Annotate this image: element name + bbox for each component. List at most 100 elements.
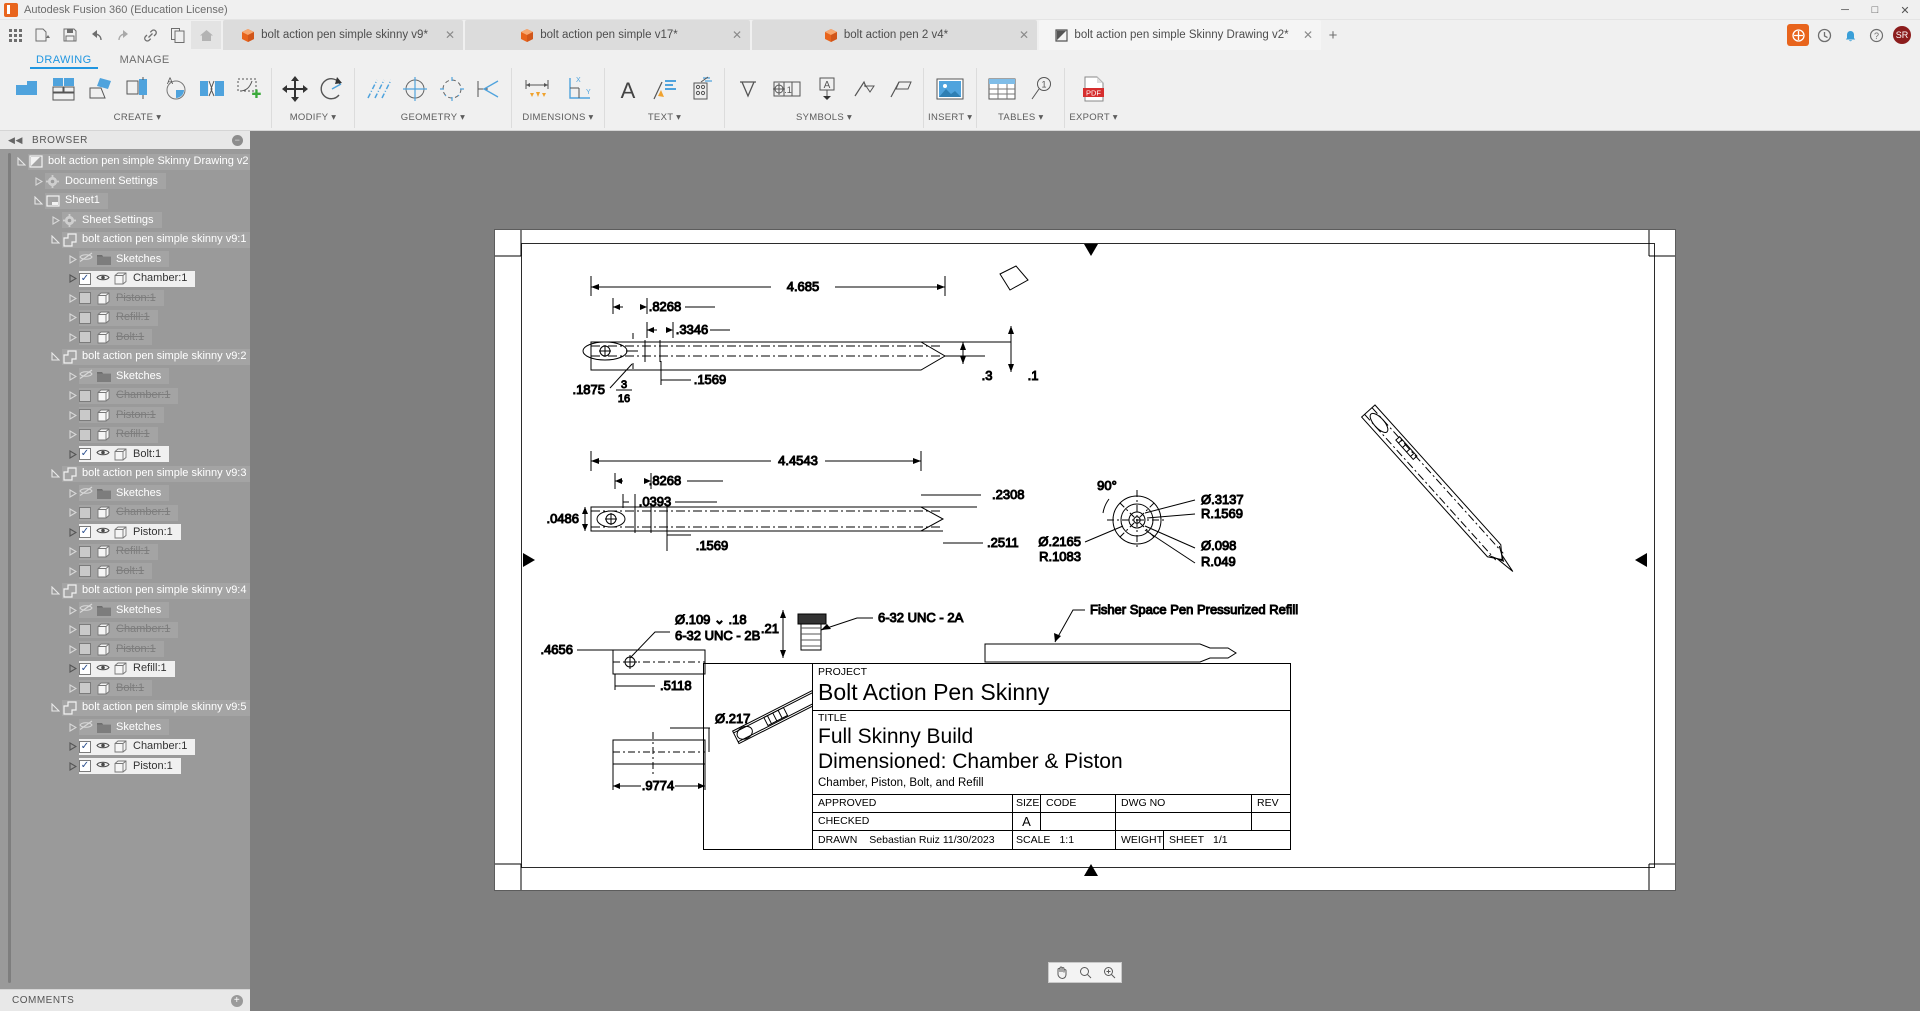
center-mark-pattern-icon[interactable] (433, 69, 470, 109)
new-file-icon[interactable] (29, 21, 56, 49)
tree-node-hit[interactable]: Sketches (79, 485, 170, 502)
job-status-icon[interactable] (1811, 22, 1837, 48)
tree-node[interactable]: Sketches (0, 250, 250, 270)
chevron-right-icon[interactable] (48, 215, 62, 225)
chevron-down-icon[interactable] (31, 196, 45, 205)
tree-node[interactable]: Bolt:1 (0, 679, 250, 699)
welding-symbol-icon[interactable] (845, 69, 882, 109)
comments-bar[interactable]: COMMENTS + (0, 989, 250, 1011)
eye-off-icon[interactable] (79, 720, 93, 734)
tree-node[interactable]: Refill:1 (0, 308, 250, 328)
create-panel-label[interactable]: CREATE ▾ (114, 110, 162, 124)
chevron-right-icon[interactable] (65, 605, 79, 615)
eye-icon[interactable] (96, 526, 110, 538)
tree-node-hit[interactable]: Sketches (79, 251, 170, 268)
text-panel-label[interactable]: TEXT ▾ (648, 110, 681, 124)
tree-node[interactable]: Refill:1 (0, 425, 250, 445)
close-icon[interactable]: ✕ (445, 29, 455, 41)
leader-text-icon[interactable] (646, 69, 683, 109)
chevron-right-icon[interactable] (65, 488, 79, 498)
chevron-right-icon[interactable] (65, 274, 79, 284)
chevron-right-icon[interactable] (65, 449, 79, 459)
tree-node-hit[interactable]: ✓ Bolt:1 (79, 446, 170, 463)
drawing-canvas[interactable]: 4.685 .8268 .3346 .1875 3 16 .1569 .3 .1… (250, 131, 1920, 989)
minimize-button[interactable]: ─ (1830, 0, 1860, 20)
tree-node[interactable]: Sketches (0, 484, 250, 504)
visibility-checkbox[interactable] (79, 643, 91, 656)
visibility-checkbox[interactable]: ✓ (79, 448, 91, 461)
eye-icon[interactable] (96, 741, 110, 753)
tree-node-hit[interactable]: Bolt:1 (79, 563, 153, 580)
tree-node[interactable]: bolt action pen simple skinny v9:1 (0, 230, 250, 250)
tree-node[interactable]: Chamber:1 (0, 503, 250, 523)
tree-node[interactable]: Bolt:1 (0, 328, 250, 348)
chevron-right-icon[interactable] (65, 527, 79, 537)
tree-node-hit[interactable]: Document Settings (45, 173, 166, 190)
export-panel-label[interactable]: EXPORT ▾ (1069, 110, 1118, 124)
tree-node-hit[interactable]: Chamber:1 (79, 504, 179, 521)
chevron-right-icon[interactable] (65, 742, 79, 752)
text-a-icon[interactable]: A (609, 69, 646, 109)
copy-icon[interactable] (164, 21, 191, 49)
break-view-icon[interactable] (193, 69, 230, 109)
chevron-right-icon[interactable] (65, 683, 79, 693)
chevron-right-icon[interactable] (65, 547, 79, 557)
close-icon[interactable]: ✕ (1303, 29, 1313, 41)
tree-node-hit[interactable]: Piston:1 (79, 407, 164, 424)
visibility-checkbox[interactable] (79, 565, 91, 578)
tree-node-hit[interactable]: bolt action pen simple skinny v9:5 (62, 699, 250, 716)
sketch-plus-icon[interactable] (230, 69, 267, 109)
tree-node[interactable]: Sketches (0, 601, 250, 621)
chevron-right-icon[interactable] (65, 644, 79, 654)
eye-off-icon[interactable] (79, 603, 93, 617)
tree-node[interactable]: Chamber:1 (0, 620, 250, 640)
tree-node-hit[interactable]: Sketches (79, 368, 170, 385)
tree-node[interactable]: Piston:1 (0, 289, 250, 309)
eye-icon[interactable] (96, 448, 110, 460)
chevron-right-icon[interactable] (65, 371, 79, 381)
chevron-right-icon[interactable] (65, 722, 79, 732)
eye-icon[interactable] (96, 760, 110, 772)
chevron-right-icon[interactable] (65, 332, 79, 342)
visibility-checkbox[interactable] (79, 506, 91, 519)
visibility-checkbox[interactable] (79, 545, 91, 558)
visibility-checkbox[interactable] (79, 311, 91, 324)
close-button[interactable]: ✕ (1890, 0, 1920, 20)
center-mark-icon[interactable] (396, 69, 433, 109)
eye-icon[interactable] (96, 273, 110, 285)
chevron-right-icon[interactable] (65, 254, 79, 264)
user-avatar[interactable]: SR (1889, 22, 1915, 48)
insert-panel-label[interactable]: INSERT ▾ (928, 110, 972, 124)
document-tab-4-active[interactable]: bolt action pen simple Skinny Drawing v2… (1039, 20, 1321, 50)
tree-node[interactable]: bolt action pen simple Skinny Drawing v2 (0, 152, 250, 172)
tree-node-hit[interactable]: Bolt:1 (79, 329, 153, 346)
close-icon[interactable]: ✕ (732, 29, 742, 41)
tree-node-hit[interactable]: Piston:1 (79, 641, 164, 658)
chevron-down-icon[interactable] (48, 235, 62, 244)
visibility-checkbox[interactable]: ✓ (79, 526, 91, 539)
tree-node[interactable]: ✓ Piston:1 (0, 523, 250, 543)
visibility-checkbox[interactable] (79, 331, 91, 344)
tree-scrollbar[interactable] (8, 153, 11, 983)
redo-icon[interactable] (110, 21, 137, 49)
section-view-icon[interactable] (119, 69, 156, 109)
home-icon[interactable] (191, 21, 221, 49)
tree-node[interactable]: bolt action pen simple skinny v9:5 (0, 698, 250, 718)
table-icon[interactable] (981, 69, 1023, 109)
note-icon[interactable] (683, 69, 720, 109)
pdf-icon[interactable]: PDF (1073, 69, 1115, 109)
chevron-right-icon[interactable] (65, 761, 79, 771)
tree-node-hit[interactable]: Refill:1 (79, 543, 158, 560)
tree-node[interactable]: bolt action pen simple skinny v9:4 (0, 581, 250, 601)
chevron-down-icon[interactable] (48, 586, 62, 595)
tree-node[interactable]: Sketches (0, 367, 250, 387)
visibility-checkbox[interactable] (79, 428, 91, 441)
chevron-right-icon[interactable] (65, 625, 79, 635)
pan-tool-icon[interactable] (1049, 963, 1073, 982)
document-tab-3[interactable]: bolt action pen 2 v4* ✕ (752, 20, 1037, 50)
maximize-button[interactable]: □ (1860, 0, 1890, 20)
feature-control-frame-icon[interactable]: .1 (766, 69, 808, 109)
chevron-down-icon[interactable] (48, 352, 62, 361)
visibility-checkbox[interactable]: ✓ (79, 740, 91, 753)
tree-node[interactable]: ✓ Piston:1 (0, 757, 250, 777)
